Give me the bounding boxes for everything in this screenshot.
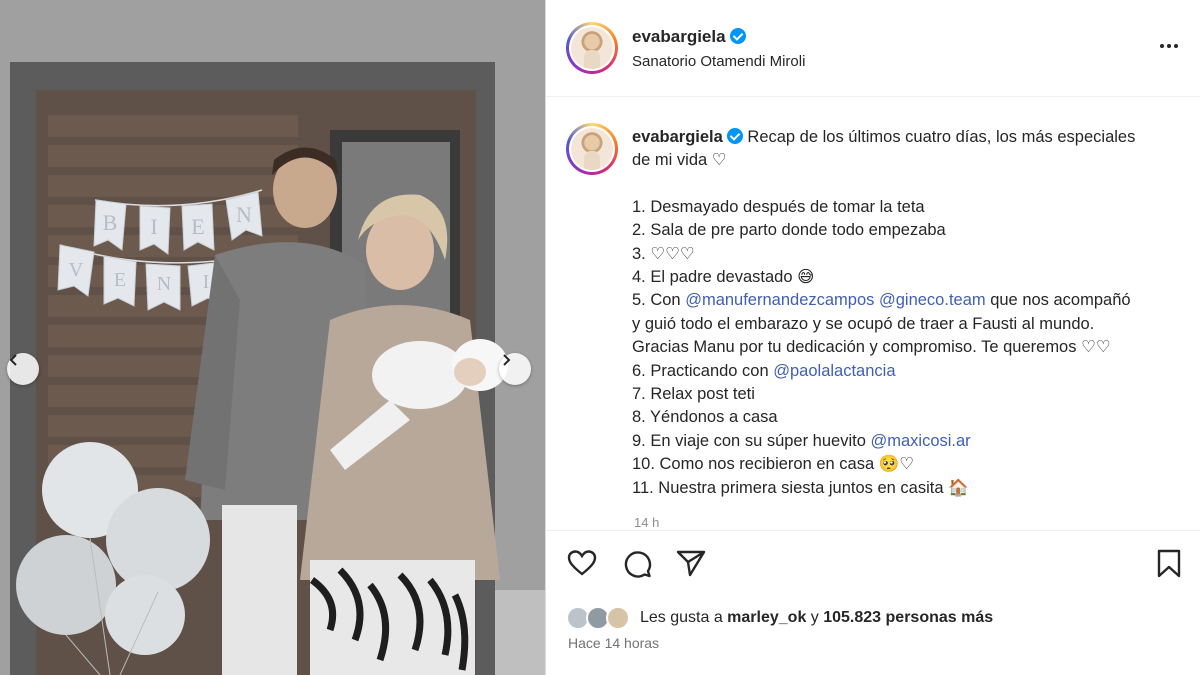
caption-intro-2: de mi vida ♡ <box>632 151 727 170</box>
mention-link[interactable]: @manufernandezcampos <box>685 291 874 309</box>
post-photo: B I E N V E N I <box>0 0 545 675</box>
list-item: 6. Practicando con @paolalactancia <box>632 361 896 380</box>
list-item: 7. Relax post teti <box>632 385 755 404</box>
likes-count[interactable]: 105.823 personas más <box>823 609 993 626</box>
caption-list: 1. Desmayado después de tomar la teta 2.… <box>632 196 1187 500</box>
send-icon[interactable] <box>676 549 706 577</box>
banner-letter: N <box>236 202 252 227</box>
banner-letter: V <box>69 259 84 281</box>
mention-link[interactable]: @maxicosi.ar <box>870 432 970 450</box>
chevron-left-icon <box>9 354 17 366</box>
list-item: y guió todo el embarazo y se ocupó de tr… <box>632 314 1095 333</box>
bookmark-icon[interactable] <box>1156 549 1182 579</box>
chevron-right-icon <box>503 354 511 366</box>
post-actions: Les gusta a marley_ok y 105.823 personas… <box>546 530 1200 675</box>
banner-letter: N <box>157 273 171 295</box>
list-item: 4. El padre devastado 😅 <box>632 268 815 287</box>
mention-link[interactable]: @paolalactancia <box>773 362 895 380</box>
list-item: 2. Sala de pre parto donde todo empezaba <box>632 221 946 240</box>
caption-avatar[interactable] <box>566 123 618 175</box>
liker-username[interactable]: marley_ok <box>727 609 806 626</box>
post-location[interactable]: Sanatorio Otamendi Miroli <box>632 53 805 70</box>
heart-icon[interactable] <box>567 549 597 577</box>
photo-illustration: B I E N V E N I <box>0 0 545 675</box>
avatar <box>606 606 630 630</box>
banner-letter: E <box>114 269 126 291</box>
caption: evabargiela Recap de los últimos cuatro … <box>632 126 1187 500</box>
mention-link[interactable]: @gineco.team <box>879 291 986 309</box>
verified-badge-icon <box>729 28 746 44</box>
post-timestamp[interactable]: Hace 14 horas <box>568 635 659 651</box>
list-item: 5. Con @manufernandezcampos @gineco.team… <box>632 291 1131 310</box>
list-item: 3. ♡♡♡ <box>632 244 695 263</box>
caption-intro: Recap de los últimos cuatro días, los má… <box>747 128 1136 146</box>
list-item: 8. Yéndonos a casa <box>632 408 778 427</box>
post-header: evabargiela Sanatorio Otamendi Miroli <box>546 0 1200 97</box>
caption-age[interactable]: 14 h <box>634 515 659 530</box>
post-panel: evabargiela Sanatorio Otamendi Miroli ev… <box>545 0 1200 675</box>
banner-letter: E <box>191 214 204 239</box>
caption-username[interactable]: evabargiela <box>632 128 723 146</box>
list-item: Gracias Manu por tu dedicación y comprom… <box>632 338 1111 357</box>
more-options-icon[interactable] <box>1156 36 1182 56</box>
list-item: 1. Desmayado después de tomar la teta <box>632 197 925 216</box>
banner-letter: I <box>203 271 210 293</box>
banner-letter: B <box>103 210 118 235</box>
banner-letter: I <box>150 214 157 239</box>
liker-avatars <box>566 606 636 630</box>
carousel-next-button[interactable] <box>499 353 531 385</box>
likes-summary[interactable]: Les gusta a marley_ok y 105.823 personas… <box>566 605 993 631</box>
list-item: 11. Nuestra primera siesta juntos en cas… <box>632 478 969 497</box>
verified-badge-icon <box>726 128 743 144</box>
likes-text: Les gusta a marley_ok y 105.823 personas… <box>640 609 994 626</box>
author-avatar[interactable] <box>566 22 618 74</box>
list-item: 10. Como nos recibieron en casa 🥺♡ <box>632 455 915 474</box>
author-username[interactable]: evabargiela <box>632 27 746 47</box>
carousel-prev-button[interactable] <box>7 353 39 385</box>
list-item: 9. En viaje con su súper huevito @maxico… <box>632 431 971 450</box>
comment-icon[interactable] <box>622 549 652 579</box>
